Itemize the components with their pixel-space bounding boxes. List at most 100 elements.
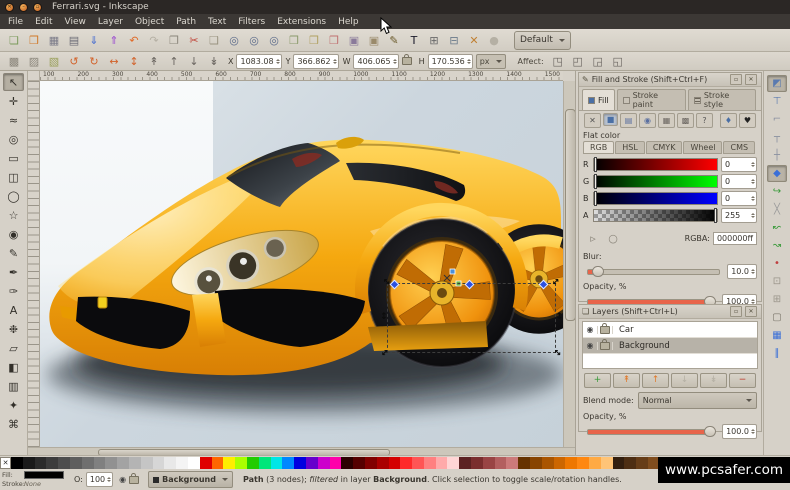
preferences-icon[interactable]: ● xyxy=(485,32,503,48)
print-icon[interactable]: ▤ xyxy=(65,32,83,48)
scale-handle-icon[interactable]: ↕ xyxy=(468,350,476,359)
save-icon[interactable]: ▦ xyxy=(45,32,63,48)
tab-stroke-paint[interactable]: Stroke paint xyxy=(617,89,686,110)
palette-swatch[interactable] xyxy=(542,457,554,469)
w-input[interactable]: 406.065 xyxy=(353,54,398,69)
opacity-input[interactable]: 100 xyxy=(86,472,113,487)
zoom-drawing-icon[interactable]: ◎ xyxy=(245,32,263,48)
palette-swatch[interactable] xyxy=(636,457,648,469)
fill-pattern-icon[interactable]: ▦ xyxy=(658,113,675,128)
align-dialog-icon[interactable]: ⊟ xyxy=(445,32,463,48)
palette-swatch[interactable] xyxy=(318,457,330,469)
channel-slider-b[interactable] xyxy=(593,192,718,205)
rotate-cw-icon[interactable]: ↻ xyxy=(85,53,103,69)
raise-layer-button[interactable]: ↑ xyxy=(642,373,669,388)
tab-wheel[interactable]: Wheel xyxy=(683,141,722,154)
color-picker-icon[interactable]: ▹ xyxy=(584,230,602,246)
dropper-tool[interactable]: ✦ xyxy=(3,396,24,414)
affect-move-gradients-icon[interactable]: ◲ xyxy=(589,53,607,69)
tab-rgb[interactable]: RGB xyxy=(583,141,614,154)
ellipse-tool[interactable]: ◯ xyxy=(3,187,24,205)
calligraphy-tool[interactable]: ✑ xyxy=(3,282,24,300)
menu-item-help[interactable]: Help xyxy=(332,17,365,27)
palette-swatch[interactable] xyxy=(282,457,294,469)
rgba-input[interactable]: 000000ff xyxy=(713,232,757,245)
clone-icon[interactable]: ❒ xyxy=(305,32,323,48)
affect-move-patterns-icon[interactable]: ◱ xyxy=(609,53,627,69)
tab-hsl[interactable]: HSL xyxy=(615,141,645,154)
close-button[interactable]: ✕ xyxy=(5,3,14,12)
spray-tool[interactable]: ❉ xyxy=(3,320,24,338)
palette-swatch[interactable] xyxy=(46,457,58,469)
connector-tool[interactable]: ⌘ xyxy=(3,415,24,433)
palette-swatch[interactable] xyxy=(624,457,636,469)
affect-scale-stroke-icon[interactable]: ◳ xyxy=(549,53,567,69)
text-dialog-icon[interactable]: T xyxy=(405,32,423,48)
layer-visibility-icon[interactable]: ◉ xyxy=(587,326,594,334)
palette-swatch[interactable] xyxy=(495,457,507,469)
unlink-clone-icon[interactable]: ❒ xyxy=(325,32,343,48)
menu-item-layer[interactable]: Layer xyxy=(92,17,129,27)
copy-icon[interactable]: ❐ xyxy=(165,32,183,48)
channel-value-b[interactable]: 0 xyxy=(721,191,757,206)
layer-lock-icon[interactable] xyxy=(129,476,139,484)
selector-tool[interactable]: ↖ xyxy=(3,73,24,91)
box3d-tool[interactable]: ◫ xyxy=(3,168,24,186)
menu-item-path[interactable]: Path xyxy=(170,17,202,27)
palette-swatch[interactable] xyxy=(247,457,259,469)
layers-opacity-value[interactable]: 100.0 xyxy=(722,424,757,439)
palette-swatch[interactable] xyxy=(506,457,518,469)
snap-path-intersections-icon[interactable]: ╳ xyxy=(767,201,787,218)
blur-slider[interactable] xyxy=(587,269,720,275)
channel-slider-g[interactable] xyxy=(593,175,718,188)
menu-item-object[interactable]: Object xyxy=(129,17,170,27)
palette-swatch[interactable] xyxy=(471,457,483,469)
channel-value-a[interactable]: 255 xyxy=(721,208,757,223)
palette-swatch[interactable] xyxy=(188,457,200,469)
palette-swatch[interactable] xyxy=(447,457,459,469)
lock-ratio-icon[interactable] xyxy=(402,57,412,65)
zoom-selection-icon[interactable]: ◎ xyxy=(225,32,243,48)
raise-layer-top-button[interactable]: ↟ xyxy=(613,373,640,388)
layer-lock-icon[interactable] xyxy=(600,326,610,334)
snap-nodes-icon[interactable]: ◆ xyxy=(767,165,787,182)
lower-layer-button[interactable]: ↓ xyxy=(671,373,698,388)
palette-swatch[interactable] xyxy=(259,457,271,469)
x-input[interactable]: 1083.08 xyxy=(236,54,281,69)
canvas[interactable]: ↔ ↔ ↔ ↔ ↕ ↕ ↕ xyxy=(40,81,563,447)
palette-swatch[interactable] xyxy=(176,457,188,469)
palette-swatch[interactable] xyxy=(94,457,106,469)
lower-icon[interactable]: ↓ xyxy=(185,53,203,69)
scale-handle-icon[interactable]: ↕ xyxy=(555,313,563,322)
layers-opacity-slider[interactable] xyxy=(587,429,715,435)
palette-swatch[interactable] xyxy=(554,457,566,469)
palette-swatch[interactable] xyxy=(164,457,176,469)
pen-tool[interactable]: ✒ xyxy=(3,263,24,281)
unit-dropdown[interactable]: px xyxy=(476,54,506,69)
fill-stroke-indicator[interactable]: Fill: Stroke:None xyxy=(2,471,74,489)
palette-swatch[interactable] xyxy=(35,457,47,469)
palette-swatch[interactable] xyxy=(400,457,412,469)
palette-swatch[interactable] xyxy=(459,457,471,469)
palette-swatch[interactable] xyxy=(483,457,495,469)
palette-swatch[interactable] xyxy=(377,457,389,469)
palette-swatch[interactable] xyxy=(330,457,342,469)
palette-swatch[interactable] xyxy=(235,457,247,469)
deselect-icon[interactable]: ▧ xyxy=(45,53,63,69)
palette-swatch[interactable] xyxy=(58,457,70,469)
collapse-panel-icon[interactable]: ▫ xyxy=(730,306,742,317)
horizontal-scrollbar[interactable] xyxy=(28,447,575,455)
palette-swatch[interactable] xyxy=(412,457,424,469)
flip-horizontal-icon[interactable]: ↔ xyxy=(105,53,123,69)
fill-none-icon[interactable]: ✕ xyxy=(584,113,601,128)
palette-swatch[interactable] xyxy=(530,457,542,469)
xml-editor-icon[interactable]: ⊞ xyxy=(425,32,443,48)
palette-swatch[interactable] xyxy=(117,457,129,469)
snap-cusp-nodes-icon[interactable]: ↜ xyxy=(767,219,787,236)
palette-swatch[interactable] xyxy=(271,457,283,469)
fill-rule-evenodd-icon[interactable]: ♦ xyxy=(720,113,737,128)
palette-swatch[interactable] xyxy=(424,457,436,469)
palette-swatch[interactable] xyxy=(436,457,448,469)
group-icon[interactable]: ▣ xyxy=(345,32,363,48)
new-document-icon[interactable]: ❏ xyxy=(5,32,23,48)
